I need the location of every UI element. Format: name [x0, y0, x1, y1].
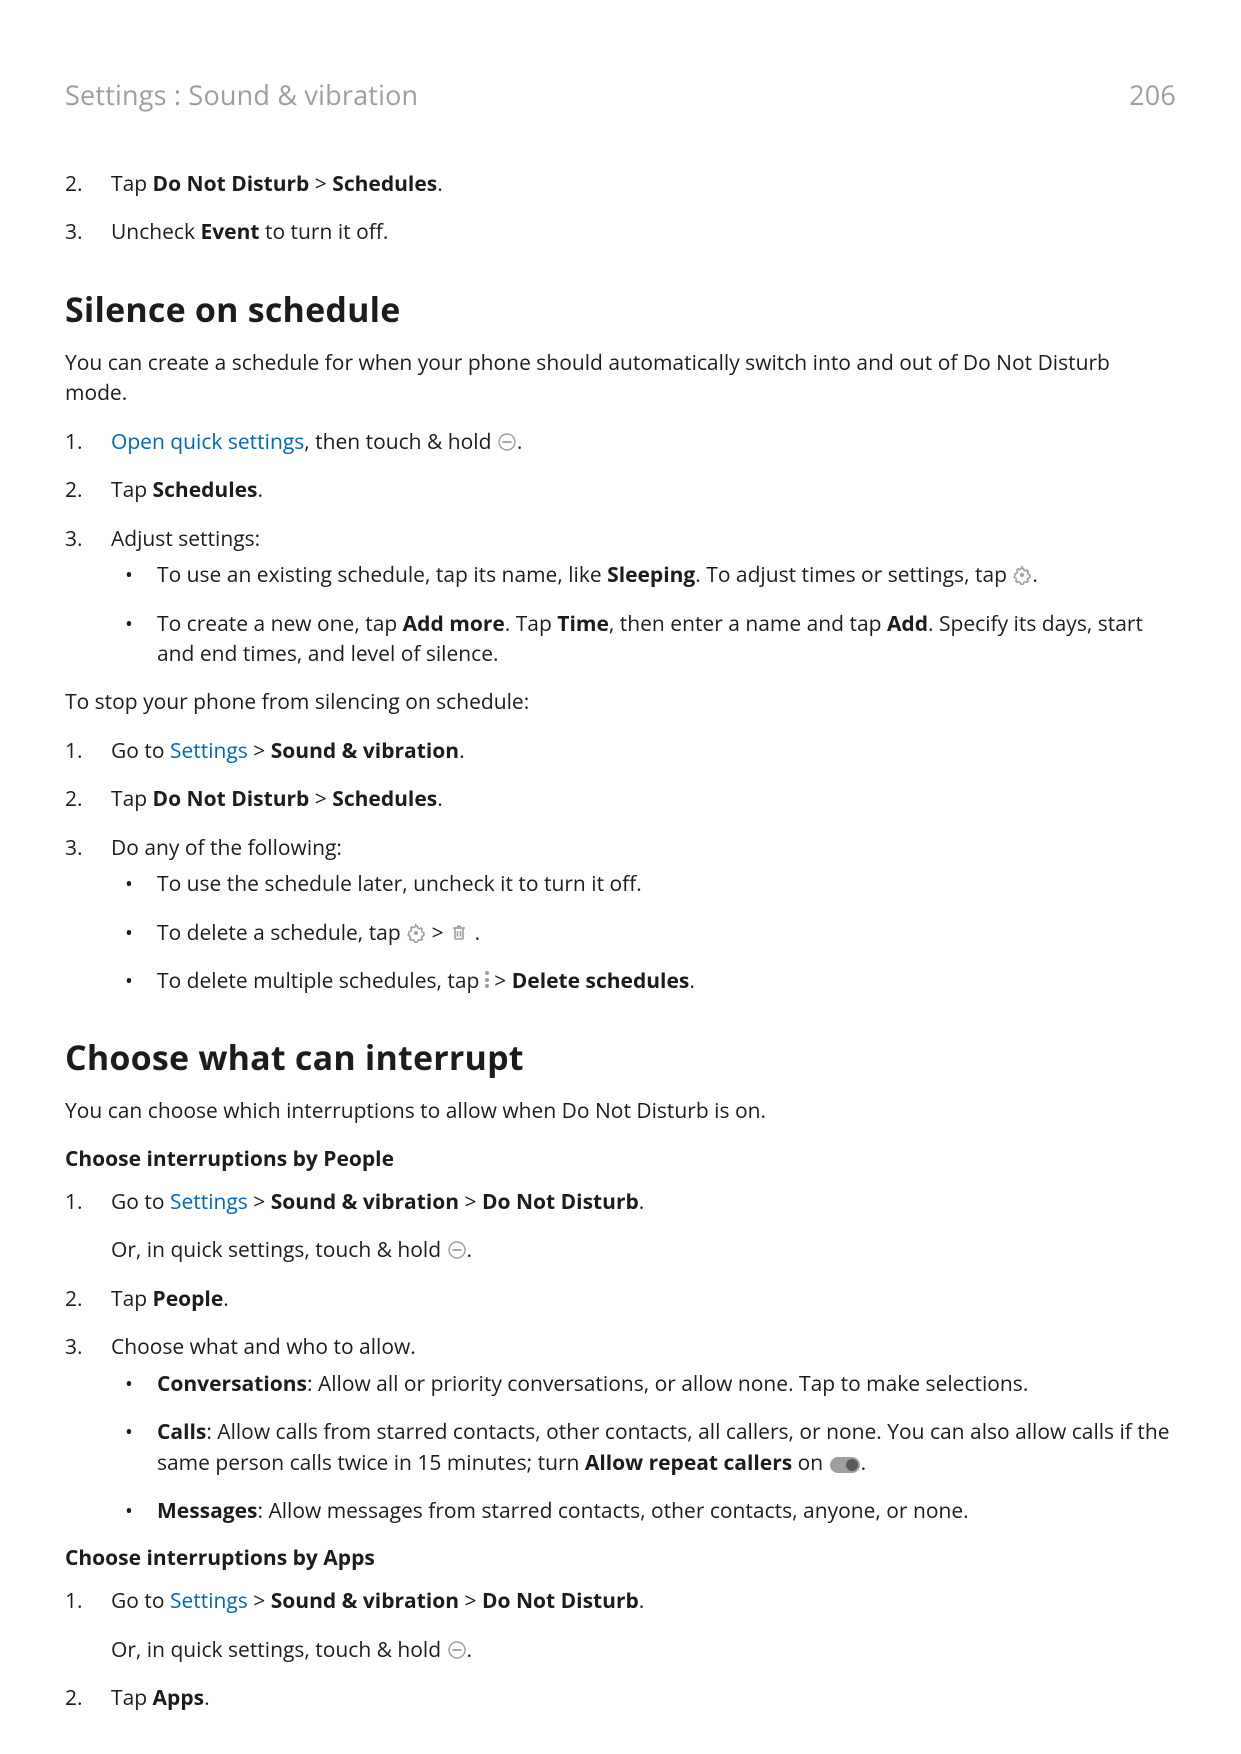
step: Tap Do Not Disturb > Schedules. [65, 784, 1176, 814]
step: Go to Settings > Sound & vibration > Do … [65, 1187, 1176, 1217]
page-container: Settings : Sound & vibration 206 Tap Do … [0, 0, 1241, 1754]
paragraph: To stop your phone from silencing on sch… [65, 687, 1176, 717]
gear-icon [1012, 565, 1032, 585]
sub-bullets: Conversations: Allow all or priority con… [111, 1369, 1176, 1527]
step: Tap Schedules. [65, 475, 1176, 505]
subheading-apps: Choose interruptions by Apps [65, 1544, 1176, 1572]
subheading-people: Choose interruptions by People [65, 1145, 1176, 1173]
list-item: To delete a schedule, tap > . [111, 918, 1176, 948]
step-continuation: Or, in quick settings, touch & hold . [111, 1235, 1176, 1265]
gear-icon [406, 923, 426, 943]
silence-stop-steps: Go to Settings > Sound & vibration. Tap … [65, 736, 1176, 997]
step: Tap People. [65, 1284, 1176, 1314]
step: Do any of the following: To use the sche… [65, 833, 1176, 997]
section-heading-choose: Choose what can interrupt [65, 1034, 1176, 1080]
list-item: Messages: Allow messages from starred co… [111, 1496, 1176, 1526]
sub-bullets: To use an existing schedule, tap its nam… [111, 560, 1176, 669]
list-item: To create a new one, tap Add more. Tap T… [111, 609, 1176, 670]
list-item: To delete multiple schedules, tap > Dele… [111, 966, 1176, 996]
step: Uncheck Event to turn it off. [65, 217, 1176, 247]
list-item: Conversations: Allow all or priority con… [111, 1369, 1176, 1399]
trash-icon [449, 923, 469, 943]
do-not-disturb-icon [497, 432, 517, 452]
step: Tap Do Not Disturb > Schedules. [65, 169, 1176, 199]
settings-link[interactable]: Settings [170, 737, 248, 765]
section-heading-silence: Silence on schedule [65, 286, 1176, 332]
people-steps-cont: Tap People. Choose what and who to allow… [65, 1284, 1176, 1527]
apps-steps-cont: Tap Apps. [65, 1683, 1176, 1713]
paragraph: You can create a schedule for when your … [65, 348, 1176, 409]
step: Open quick settings, then touch & hold . [65, 427, 1176, 457]
toggle-on-icon [830, 1457, 860, 1473]
step: Go to Settings > Sound & vibration. [65, 736, 1176, 766]
list-item: To use the schedule later, uncheck it to… [111, 869, 1176, 899]
silence-steps: Open quick settings, then touch & hold .… [65, 427, 1176, 670]
page-number: 206 [1129, 76, 1176, 113]
open-quick-settings-link[interactable]: Open quick settings [111, 428, 304, 456]
list-item: Calls: Allow calls from starred contacts… [111, 1417, 1176, 1478]
do-not-disturb-icon [447, 1240, 467, 1260]
step-continuation: Or, in quick settings, touch & hold . [111, 1635, 1176, 1665]
intro-steps: Tap Do Not Disturb > Schedules. Uncheck … [65, 169, 1176, 248]
people-steps: Go to Settings > Sound & vibration > Do … [65, 1187, 1176, 1217]
sub-bullets: To use the schedule later, uncheck it to… [111, 869, 1176, 996]
breadcrumb: Settings : Sound & vibration [65, 76, 418, 113]
page-header: Settings : Sound & vibration 206 [65, 76, 1176, 113]
apps-steps: Go to Settings > Sound & vibration > Do … [65, 1586, 1176, 1616]
do-not-disturb-icon [447, 1640, 467, 1660]
paragraph: You can choose which interruptions to al… [65, 1096, 1176, 1126]
step: Tap Apps. [65, 1683, 1176, 1713]
settings-link[interactable]: Settings [170, 1188, 248, 1216]
step: Go to Settings > Sound & vibration > Do … [65, 1586, 1176, 1616]
step: Adjust settings: To use an existing sche… [65, 524, 1176, 670]
list-item: To use an existing schedule, tap its nam… [111, 560, 1176, 590]
settings-link[interactable]: Settings [170, 1587, 248, 1615]
step: Choose what and who to allow. Conversati… [65, 1332, 1176, 1526]
